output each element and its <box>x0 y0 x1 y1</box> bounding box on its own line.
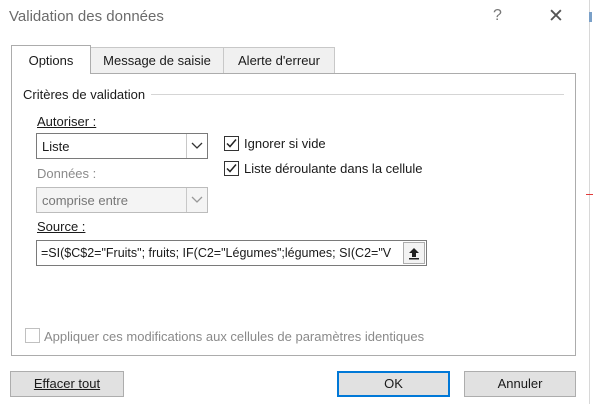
donnees-select: comprise entre <box>36 187 208 213</box>
tab-message-de-saisie[interactable]: Message de saisie <box>90 47 224 73</box>
edge-marker <box>589 12 592 22</box>
appliquer-label: Appliquer ces modifications aux cellules… <box>44 329 425 344</box>
dialog-title: Validation des données <box>9 8 164 25</box>
source-value: =SI($C$2="Fruits"; fruits; IF(C2="Légume… <box>41 246 392 260</box>
upload-arrow-icon <box>409 247 419 259</box>
source-label: Source : <box>37 219 86 234</box>
autoriser-value: Liste <box>42 139 70 154</box>
check-icon <box>226 164 237 173</box>
donnees-value: comprise entre <box>42 193 128 208</box>
cancel-button[interactable]: Annuler <box>464 371 576 397</box>
autoriser-label: Autoriser : <box>37 114 97 129</box>
window-edge <box>589 0 590 404</box>
ignorer-si-vide-checkbox[interactable] <box>224 136 239 151</box>
chevron-down-icon <box>186 188 207 212</box>
edge-marker-red <box>586 194 593 195</box>
tab-options[interactable]: Options <box>11 45 91 74</box>
check-icon <box>226 139 237 148</box>
ok-button[interactable]: OK <box>337 371 450 397</box>
appliquer-checkbox <box>25 328 40 343</box>
collapse-dialog-button[interactable] <box>403 242 425 264</box>
clear-all-label: Effacer tout <box>33 376 101 391</box>
group-divider <box>151 94 564 95</box>
liste-deroulante-checkbox[interactable] <box>224 161 239 176</box>
donnees-label: Données : <box>37 166 97 181</box>
tab-alerte-erreur[interactable]: Alerte d'erreur <box>223 47 335 73</box>
ignorer-si-vide-label[interactable]: Ignorer si vide <box>244 136 326 151</box>
source-input[interactable]: =SI($C$2="Fruits"; fruits; IF(C2="Légume… <box>36 240 427 266</box>
close-icon[interactable]: ✕ <box>548 5 564 28</box>
clear-all-button[interactable]: Effacer tout <box>10 371 124 397</box>
help-icon[interactable]: ? <box>493 7 502 25</box>
liste-deroulante-label[interactable]: Liste déroulante dans la cellule <box>244 161 423 176</box>
autoriser-select[interactable]: Liste <box>36 133 208 159</box>
group-label: Critères de validation <box>23 87 146 102</box>
chevron-down-icon[interactable] <box>186 134 207 158</box>
